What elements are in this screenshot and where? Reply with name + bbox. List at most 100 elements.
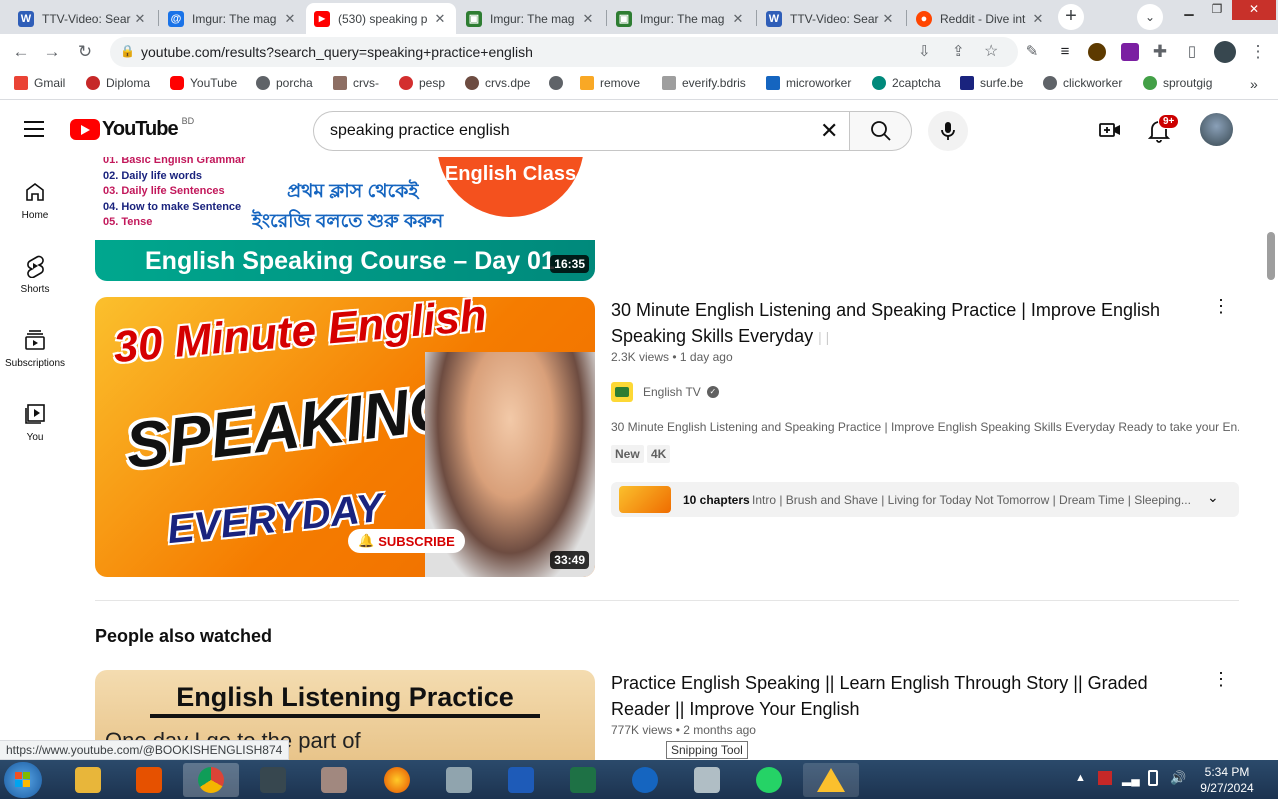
close-icon[interactable]: ✕ [730,11,746,27]
extension-menu-icon[interactable]: ≡ [1053,40,1077,64]
signal-icon[interactable]: ▂▄ [1122,772,1140,786]
create-button[interactable] [1098,118,1122,147]
library-icon [25,404,45,424]
rail-home[interactable]: Home [0,180,70,221]
bookmark-sproutgig[interactable]: sproutgig [1143,76,1212,90]
tab-5[interactable]: W TTV-Video: Sear ✕ [758,3,904,34]
start-button[interactable] [4,762,42,798]
scrollbar-thumb[interactable] [1267,232,1275,280]
rail-subscriptions[interactable]: Subscriptions [0,328,70,369]
new-tab-button[interactable]: + [1058,4,1084,30]
search-button[interactable] [849,111,912,151]
more-bookmarks-icon[interactable]: » [1250,76,1258,92]
video-title-2[interactable]: Practice English Speaking || Learn Engli… [611,670,1191,722]
tab-2-active[interactable]: ▶ (530) speaking p ✕ [306,3,456,34]
extension-icon[interactable] [1121,43,1139,61]
calculator-icon[interactable] [431,763,487,797]
bookmark-pesp[interactable]: pesp [399,76,445,90]
excel-icon[interactable] [555,763,611,797]
bookmark-2captcha[interactable]: 2captcha [872,76,941,90]
tab-search-icon[interactable]: ⌄ [1137,4,1163,30]
bookmark-surfe[interactable]: surfe.be [960,76,1023,90]
reload-icon[interactable]: ↻ [73,40,97,64]
channel-link[interactable]: English TV ✓ [611,382,719,402]
puzzle-icon[interactable]: ✚ [1148,40,1172,64]
bookmark-remove[interactable]: remove [580,76,640,90]
tab-6[interactable]: ● Reddit - Dive int ✕ [908,3,1054,34]
bookmark-diploma[interactable]: Diploma [86,76,150,90]
minimize-button[interactable]: ▁ [1174,0,1204,20]
hamburger-menu-icon[interactable] [24,121,44,137]
word-icon[interactable] [493,763,549,797]
tab-3[interactable]: ▣ Imgur: The mag ✕ [458,3,604,34]
bell-icon: 🔔 [358,533,375,548]
video-menu-icon[interactable]: ⋮ [1212,296,1230,317]
account-avatar[interactable] [1200,113,1233,146]
bookmark-crvs[interactable]: crvs- [333,76,379,90]
bookmark-crvs-dpe[interactable]: crvs.dpe [465,76,530,90]
tab-0[interactable]: W TTV-Video: Sear ✕ [10,3,156,34]
share-icon[interactable]: ⇪ [952,42,965,60]
extension-k-icon[interactable] [1088,43,1106,61]
close-icon[interactable]: ✕ [282,11,298,27]
close-icon[interactable]: ✕ [432,11,448,27]
maximize-button[interactable]: ❐ [1202,0,1232,20]
file-explorer-icon[interactable] [60,763,116,797]
bookmark-porcha[interactable]: porcha [256,76,313,90]
bookmark-gmail[interactable]: Gmail [14,76,65,90]
clock[interactable]: 5:34 PM 9/27/2024 [1192,764,1262,796]
bookmark-clickworker[interactable]: clickworker [1043,76,1122,90]
image-app-icon[interactable] [306,763,362,797]
rail-shorts[interactable]: Shorts [0,254,70,295]
install-icon[interactable]: ⇩ [918,42,931,60]
search-icon [871,121,891,141]
photo-app-icon[interactable] [245,763,301,797]
video-title[interactable]: 30 Minute English Listening and Speaking… [611,297,1191,350]
firefox-icon[interactable] [369,763,425,797]
globe-icon [256,76,270,90]
rail-you[interactable]: You [0,402,70,443]
close-icon[interactable]: ✕ [132,11,148,27]
profile-avatar[interactable] [1214,41,1236,63]
video-menu-icon[interactable]: ⋮ [1212,669,1230,690]
bookmark-star-icon[interactable]: ☆ [984,41,998,61]
back-icon[interactable]: ← [9,40,33,64]
bookmark-microworker[interactable]: microworker [766,76,851,90]
kebab-menu-icon[interactable]: ⋮ [1246,40,1270,64]
whatsapp-icon[interactable] [741,763,797,797]
bookmark-everify[interactable]: everify.bdris [662,76,746,90]
side-panel-icon[interactable]: ▯ [1180,40,1204,64]
close-window-button[interactable]: ✕ [1232,0,1276,20]
previous-video-thumbnail[interactable]: 01. Basic English Grammar 02. Daily life… [95,157,595,281]
voice-search-button[interactable] [928,111,968,151]
chrome-taskbar-icon[interactable] [183,763,239,797]
tab-4[interactable]: ▣ Imgur: The mag ✕ [608,3,754,34]
battery-icon[interactable] [1148,770,1158,786]
address-bar[interactable]: 🔒 youtube.com/results?search_query=speak… [110,37,1018,67]
network-warning-icon[interactable] [1098,771,1112,785]
notifications-button[interactable]: 9+ [1147,114,1180,148]
snipping-tool-icon[interactable] [679,763,735,797]
video-thumbnail[interactable]: 30 Minute English SPEAKING EVERYDAY 🔔 SUB… [95,297,595,577]
close-icon[interactable]: ✕ [580,11,596,27]
bookmark-globe[interactable] [549,76,569,90]
edit-icon[interactable]: ✎ [1020,40,1044,64]
lock-icon[interactable]: 🔒 [120,44,135,58]
forward-icon[interactable]: → [40,40,64,64]
close-icon[interactable]: ✕ [1030,11,1046,27]
tab-1[interactable]: @ Imgur: The mag ✕ [160,3,306,34]
bluetooth-icon[interactable] [617,763,673,797]
media-player-icon[interactable] [121,763,177,797]
youtube-masthead: YouTube BD speaking practice english ✕ 9… [0,101,1278,157]
url-text: youtube.com/results?search_query=speakin… [141,44,533,60]
volume-icon[interactable]: 🔊 [1170,770,1186,786]
youtube-logo[interactable]: YouTube BD [70,116,194,141]
show-hidden-icons[interactable]: ▲ [1075,772,1086,784]
bookmark-youtube[interactable]: YouTube [170,76,237,90]
close-icon[interactable]: ✕ [880,11,896,27]
search-input[interactable]: speaking practice english ✕ [313,111,849,151]
chapters-panel[interactable]: 10 chapters Intro | Brush and Shave | Li… [611,482,1239,517]
warning-app-icon[interactable] [803,763,859,797]
chevron-down-icon[interactable]: ⌄ [1207,489,1219,506]
clear-search-icon[interactable]: ✕ [820,118,838,144]
